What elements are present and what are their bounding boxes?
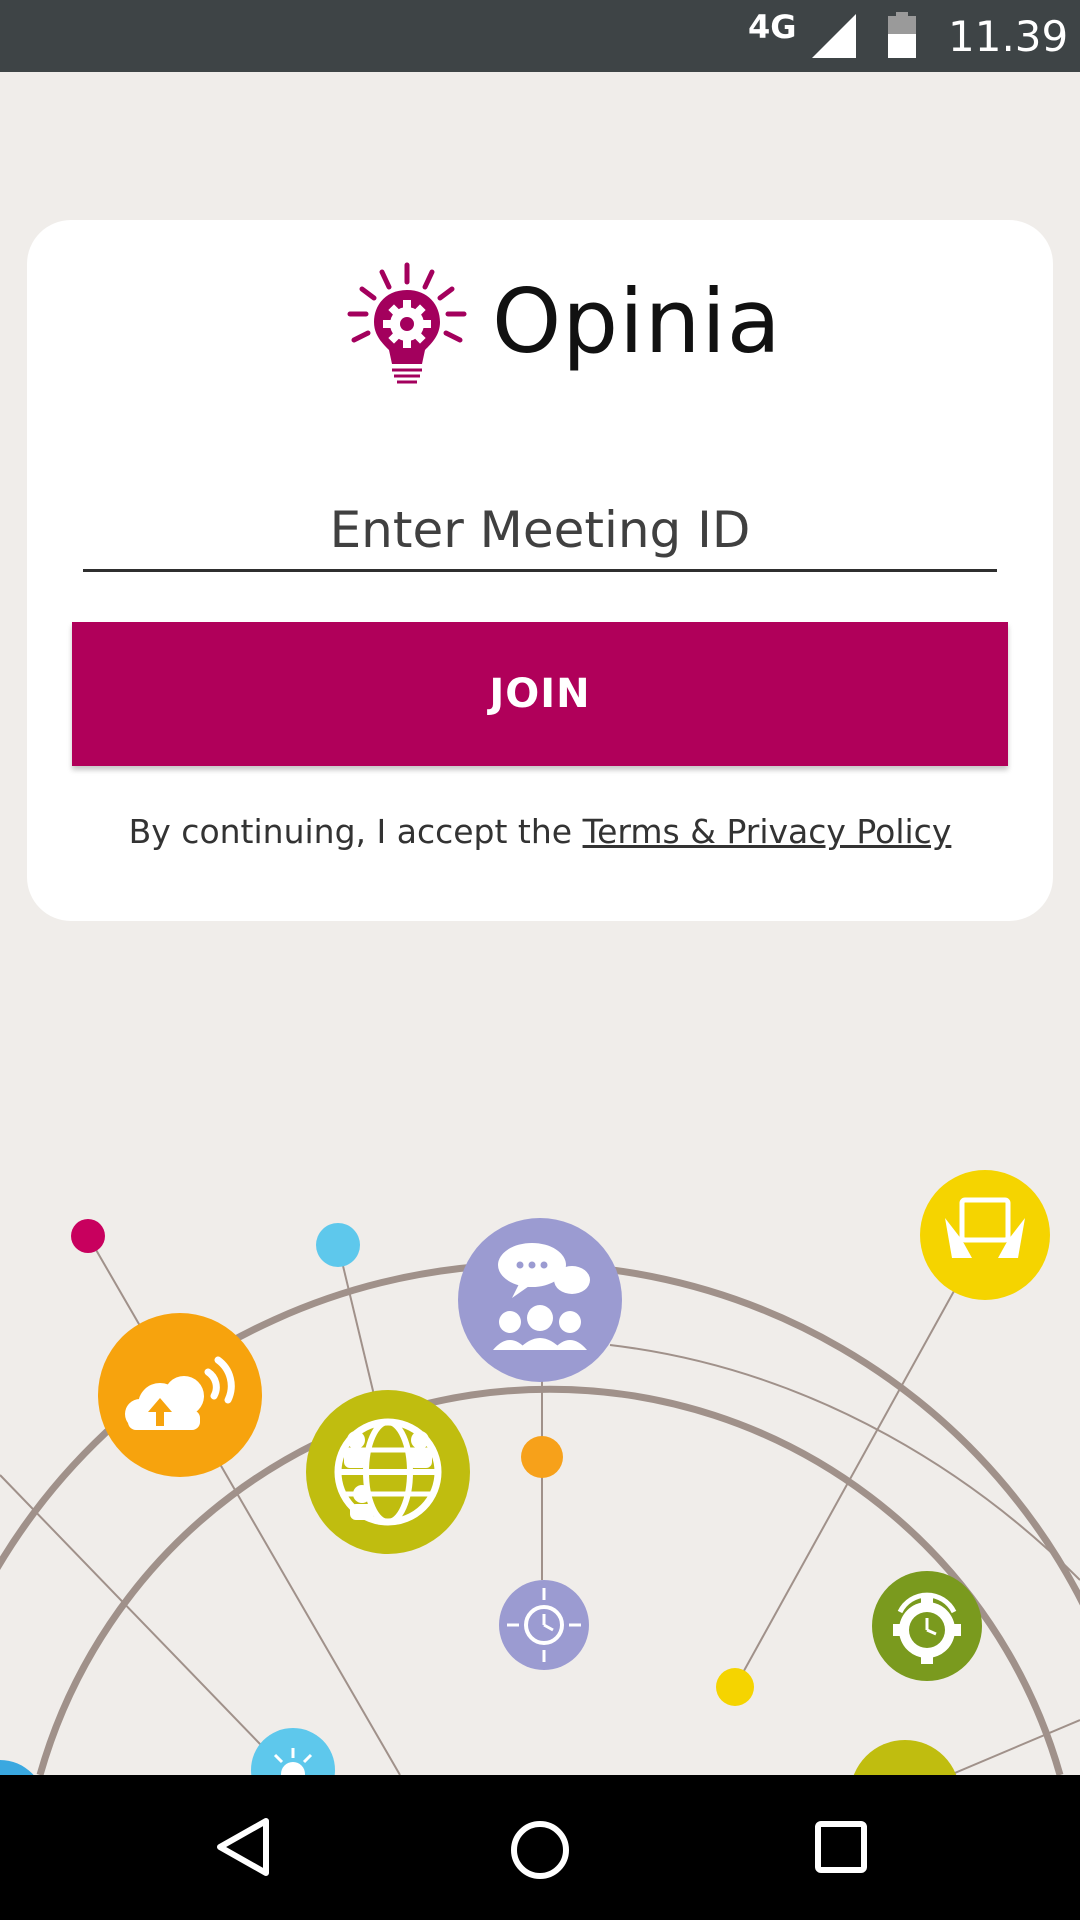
gear-clock-icon <box>872 1571 982 1681</box>
clock-arrows-icon <box>499 1580 589 1670</box>
terms-privacy-link[interactable]: Terms & Privacy Policy <box>583 812 952 851</box>
join-button[interactable]: JOIN <box>72 622 1008 766</box>
dot-orange <box>521 1436 563 1478</box>
back-triangle-icon[interactable] <box>212 1815 272 1879</box>
navigation-bar <box>0 1775 1080 1920</box>
battery-icon <box>888 12 916 58</box>
cloud-wifi-icon <box>98 1313 262 1477</box>
lightbulb-gear-icon <box>347 262 467 384</box>
meeting-id-input[interactable] <box>83 490 997 572</box>
network-illustration <box>0 1170 1080 1775</box>
dot-magenta <box>71 1219 105 1253</box>
globe-people-icon <box>306 1390 470 1554</box>
partial-node-olive <box>853 1740 957 1775</box>
terms-text: By continuing, I accept the Terms & Priv… <box>0 812 1080 851</box>
cell-signal-icon <box>812 14 856 58</box>
dot-blue <box>316 1223 360 1267</box>
tablet-hands-icon <box>920 1170 1050 1300</box>
chat-people-icon <box>458 1218 622 1382</box>
terms-prefix: By continuing, I accept the <box>128 812 583 851</box>
home-circle-icon[interactable] <box>508 1818 572 1882</box>
network-type: 4G <box>748 8 797 46</box>
app-name: Opinia <box>492 270 782 373</box>
dot-yellow <box>716 1668 754 1706</box>
recents-square-icon[interactable] <box>812 1818 872 1878</box>
clock: 11.39 <box>948 12 1069 61</box>
status-bar: 4G 11.39 <box>0 0 1080 72</box>
sun-icon <box>251 1728 335 1775</box>
